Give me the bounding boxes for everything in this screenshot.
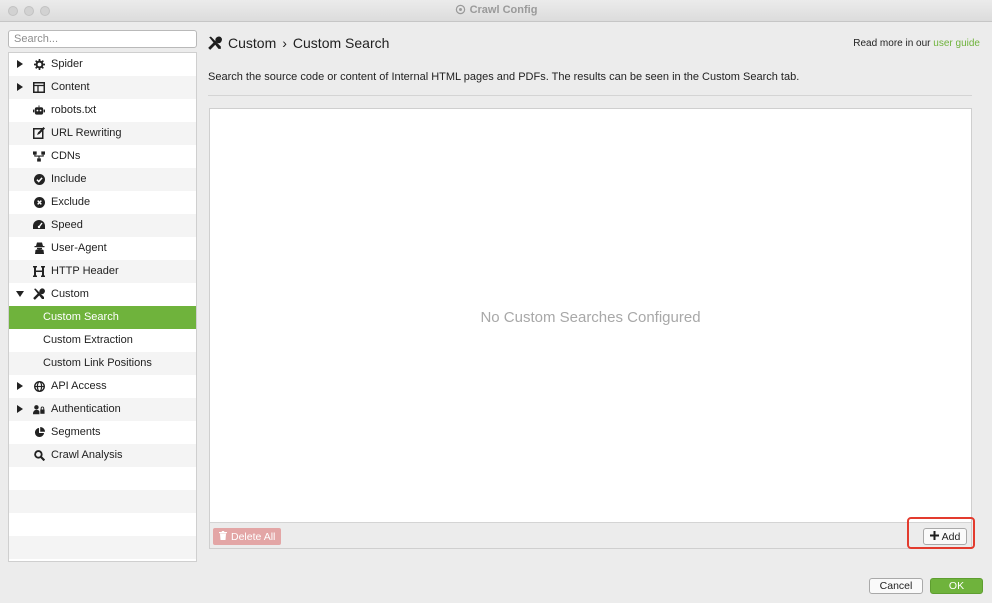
page-description: Search the source code or content of Int… (208, 71, 800, 83)
sidebar-item-label: Speed (51, 219, 83, 231)
tools-icon (208, 36, 222, 50)
empty-row (9, 536, 196, 559)
expand-right-icon[interactable] (15, 59, 25, 69)
delete-all-button[interactable]: Delete All (213, 528, 282, 545)
pie-chart-icon (33, 426, 45, 438)
sidebar-item-label: Custom Search (43, 311, 119, 323)
breadcrumb: Custom › Custom Search (208, 34, 389, 52)
expand-right-icon[interactable] (15, 381, 25, 391)
x-circle-icon (33, 196, 45, 208)
user-guide-link[interactable]: user guide (933, 38, 980, 49)
robot-icon (33, 104, 45, 116)
list-toolbar: Delete All Add (210, 522, 971, 548)
sidebar-item-custom-search[interactable]: Custom Search (9, 306, 196, 329)
breadcrumb-separator: › (282, 35, 287, 51)
empty-row (9, 467, 196, 490)
sidebar-item-label: User-Agent (51, 242, 107, 254)
sidebar-item-label: Spider (51, 58, 83, 70)
expand-right-icon[interactable] (15, 82, 25, 92)
title-bar: Crawl Config (0, 0, 992, 22)
user-secret-icon (33, 242, 45, 254)
sidebar-item-custom-link-positions[interactable]: Custom Link Positions (9, 352, 196, 375)
edit-icon (33, 127, 45, 139)
window-title: Crawl Config (469, 4, 538, 16)
gear-icon (33, 58, 45, 70)
sidebar-item-robots[interactable]: robots.txt (9, 99, 196, 122)
sidebar-item-label: Authentication (51, 403, 121, 415)
header-icon (33, 265, 45, 277)
add-button-highlight (907, 517, 975, 549)
sidebar-item-spider[interactable]: Spider (9, 53, 196, 76)
sidebar-item-http-header[interactable]: HTTP Header (9, 260, 196, 283)
sidebar-item-label: Custom (51, 288, 89, 300)
sidebar-item-custom-extraction[interactable]: Custom Extraction (9, 329, 196, 352)
empty-state-message: No Custom Searches Configured (480, 309, 701, 326)
sidebar-item-label: Include (51, 173, 87, 185)
expand-right-icon[interactable] (15, 404, 25, 414)
network-icon (33, 150, 45, 162)
sidebar-tree: Spider Content robots.txt URL Rewriting … (8, 52, 197, 562)
sidebar-item-content[interactable]: Content (9, 76, 196, 99)
sidebar-item-authentication[interactable]: Authentication (9, 398, 196, 421)
sidebar-search-input[interactable] (8, 30, 197, 48)
sidebar-item-include[interactable]: Include (9, 168, 196, 191)
sidebar-item-label: Content (51, 81, 90, 93)
sidebar-item-exclude[interactable]: Exclude (9, 191, 196, 214)
empty-row (9, 513, 196, 536)
sidebar-item-cdns[interactable]: CDNs (9, 145, 196, 168)
sidebar-item-url-rewriting[interactable]: URL Rewriting (9, 122, 196, 145)
expand-down-icon[interactable] (15, 289, 25, 299)
sidebar-item-crawl-analysis[interactable]: Crawl Analysis (9, 444, 196, 467)
trash-icon (219, 530, 227, 543)
delete-all-label: Delete All (231, 530, 276, 543)
sidebar-item-custom[interactable]: Custom (9, 283, 196, 306)
custom-search-list: No Custom Searches Configured Delete All… (209, 108, 972, 549)
cancel-button[interactable]: Cancel (869, 578, 923, 594)
sidebar-item-label: URL Rewriting (51, 127, 122, 139)
ok-button[interactable]: OK (930, 578, 983, 594)
globe-icon (33, 380, 45, 392)
content-icon (33, 81, 45, 93)
check-circle-icon (33, 173, 45, 185)
sidebar-item-label: CDNs (51, 150, 81, 162)
tools-icon (33, 288, 45, 300)
window-title-container: Crawl Config (0, 4, 992, 16)
speedometer-icon (33, 219, 45, 231)
divider (208, 95, 972, 96)
empty-row (9, 490, 196, 513)
sidebar-item-label: HTTP Header (51, 265, 119, 277)
sidebar-item-segments[interactable]: Segments (9, 421, 196, 444)
user-guide-note: Read more in our user guide (853, 38, 980, 49)
sidebar-item-user-agent[interactable]: User-Agent (9, 237, 196, 260)
sidebar-item-speed[interactable]: Speed (9, 214, 196, 237)
sidebar-item-label: robots.txt (51, 104, 97, 116)
sidebar-item-label: Custom Link Positions (43, 357, 152, 369)
sidebar-item-api-access[interactable]: API Access (9, 375, 196, 398)
sidebar-item-label: Custom Extraction (43, 334, 133, 346)
user-guide-prefix: Read more in our (853, 38, 931, 49)
sidebar-item-label: Crawl Analysis (51, 449, 123, 461)
magnifier-icon (33, 449, 45, 461)
spider-logo-icon (455, 4, 466, 15)
sidebar-item-label: API Access (51, 380, 107, 392)
user-lock-icon (33, 403, 45, 415)
sidebar-item-label: Exclude (51, 196, 91, 208)
breadcrumb-parent[interactable]: Custom (228, 35, 276, 51)
sidebar-item-label: Segments (51, 426, 101, 438)
page-title: Custom Search (292, 35, 390, 51)
